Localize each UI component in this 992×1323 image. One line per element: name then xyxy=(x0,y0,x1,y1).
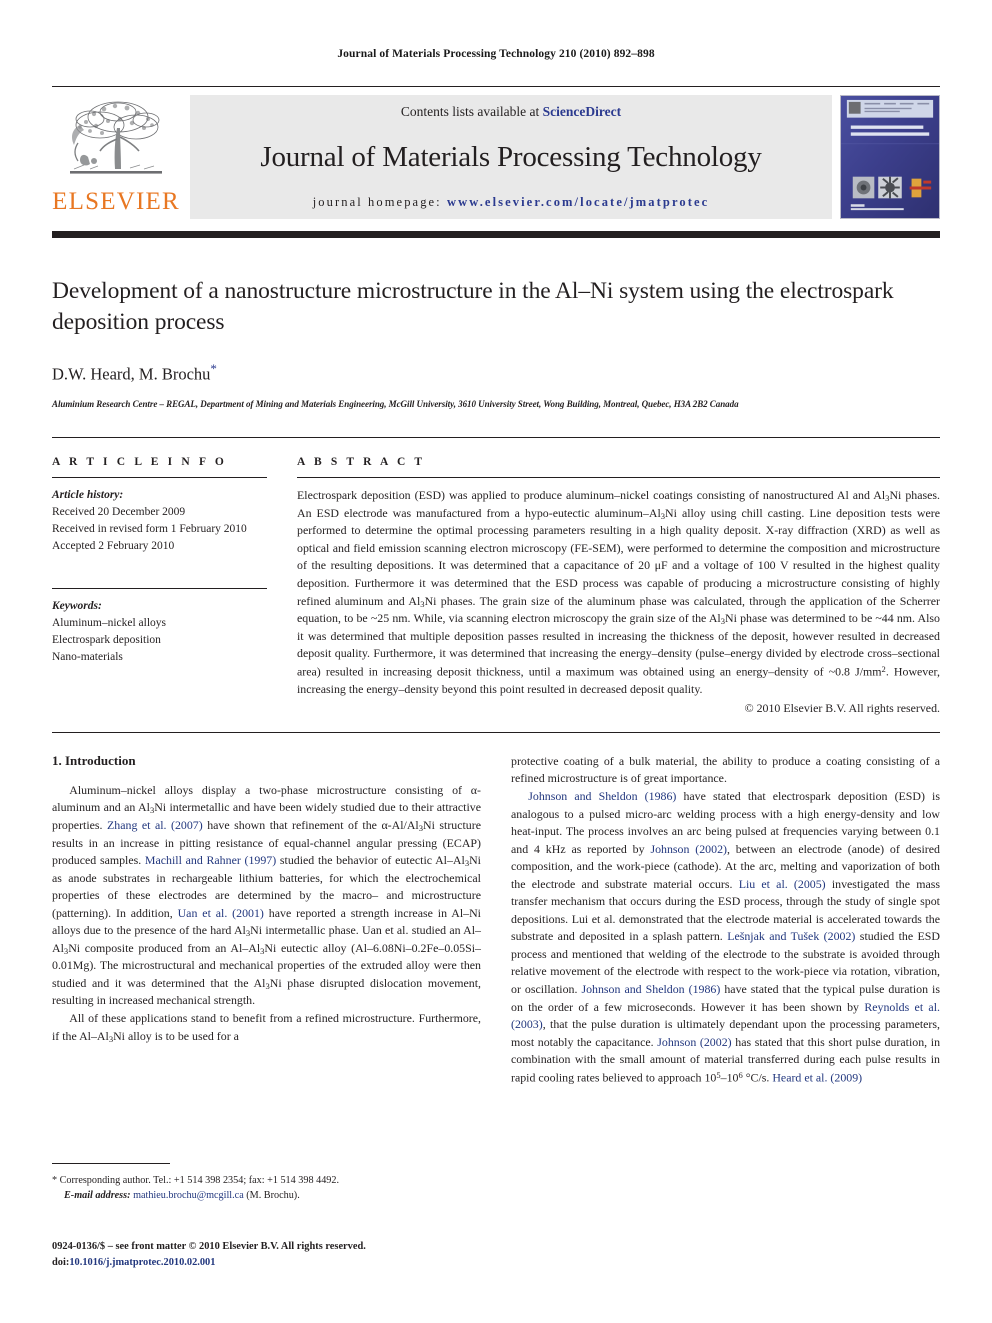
email-line: E-mail address: mathieu.brochu@mcgill.ca… xyxy=(52,1188,481,1203)
corresponding-author-marker: * xyxy=(210,360,217,376)
title-block: Development of a nanostructure microstru… xyxy=(52,276,940,409)
homepage-label: journal homepage: xyxy=(312,195,442,209)
issn-line: 0924-0136/$ – see front matter © 2010 El… xyxy=(52,1240,366,1252)
elsevier-logo: ELSEVIER xyxy=(52,95,180,214)
footnote-block: * Corresponding author. Tel.: +1 514 398… xyxy=(52,1162,481,1204)
cover-art xyxy=(841,96,939,218)
keywords-group: Keywords: Aluminum–nickel alloys Electro… xyxy=(52,598,267,666)
journal-homepage-line: journal homepage: www.elsevier.com/locat… xyxy=(313,195,710,210)
abstract-column: A B S T R A C T Electrospark deposition … xyxy=(297,456,940,716)
corresponding-author-line: * Corresponding author. Tel.: +1 514 398… xyxy=(52,1174,340,1186)
keyword-item: Nano-materials xyxy=(52,651,123,664)
footnote-rule xyxy=(52,1162,170,1164)
history-item: Received in revised form 1 February 2010 xyxy=(52,523,247,536)
body-column-right: protective coating of a bulk material, t… xyxy=(511,753,940,1087)
doi-label: doi: xyxy=(52,1256,70,1268)
keywords-rule xyxy=(52,588,267,590)
doi-link[interactable]: 10.1016/j.jmatprotec.2010.02.001 xyxy=(69,1257,215,1268)
page-title: Development of a nanostructure microstru… xyxy=(52,278,894,336)
affiliation: Aluminium Research Centre – REGAL, Depar… xyxy=(52,399,739,409)
keywords-block: Keywords: Aluminum–nickel alloys Electro… xyxy=(52,588,267,666)
section-heading-introduction: 1. Introduction xyxy=(52,752,136,768)
intro-paragraph: All of these applications stand to benef… xyxy=(52,1011,481,1044)
masthead-center-panel: Contents lists available at ScienceDirec… xyxy=(190,95,832,219)
keywords-heading: Keywords: xyxy=(52,600,102,613)
history-item: Accepted 2 February 2010 xyxy=(52,540,175,553)
info-abstract-row: A R T I C L E I N F O Article history: R… xyxy=(52,437,940,716)
contents-prefix: Contents lists available at xyxy=(400,104,540,119)
body-column-left: 1. Introduction Aluminum–nickel alloys d… xyxy=(52,752,482,1268)
sciencedirect-link[interactable]: ScienceDirect xyxy=(543,104,621,119)
intro-paragraph: Aluminum–nickel alloys display a two-pha… xyxy=(52,782,482,1008)
journal-title: Journal of Materials Processing Technolo… xyxy=(260,141,762,173)
intro-paragraph: protective coating of a bulk material, t… xyxy=(511,753,940,786)
article-info-column: A R T I C L E I N F O Article history: R… xyxy=(52,456,297,716)
article-history-heading: Article history: xyxy=(52,489,124,501)
article-info-rule xyxy=(52,477,267,478)
keyword-item: Aluminum–nickel alloys xyxy=(52,617,167,630)
email-suffix: (M. Brochu). xyxy=(246,1190,300,1202)
abstract-bottom-rule xyxy=(52,731,940,733)
contents-available-line: Contents lists available at ScienceDirec… xyxy=(401,104,621,120)
author-names: D.W. Heard, M. Brochu xyxy=(52,364,211,383)
email-link[interactable]: mathieu.brochu@mcgill.ca xyxy=(133,1190,244,1201)
footnote-text: * Corresponding author. Tel.: +1 514 398… xyxy=(52,1173,481,1204)
email-label: E-mail address: xyxy=(64,1190,131,1202)
article-page: Journal of Materials Processing Technolo… xyxy=(0,0,992,1323)
intro-paragraph: Johnson and Sheldon (1986) have stated t… xyxy=(511,789,941,1085)
abstract-copyright: © 2010 Elsevier B.V. All rights reserved… xyxy=(744,700,940,715)
doi-line: doi:10.1016/j.jmatprotec.2010.02.001 xyxy=(52,1255,481,1271)
elsevier-tree-icon xyxy=(70,101,162,174)
running-head: Journal of Materials Processing Technolo… xyxy=(337,48,655,60)
masthead-separator-bar xyxy=(52,231,940,238)
abstract-rule xyxy=(297,477,940,478)
article-info-label: A R T I C L E I N F O xyxy=(52,456,227,468)
history-item: Received 20 December 2009 xyxy=(52,506,186,519)
article-history-group: Article history: Received 20 December 20… xyxy=(52,487,267,555)
abstract-body: Electrospark deposition (ESD) was applie… xyxy=(297,488,940,697)
journal-cover-thumbnail xyxy=(840,95,940,219)
journal-masthead: ELSEVIER Contents lists available at Sci… xyxy=(52,86,940,223)
front-matter-block: 0924-0136/$ – see front matter © 2010 El… xyxy=(52,1239,481,1271)
author-list: D.W. Heard, M. Brochu* xyxy=(52,361,940,385)
elsevier-wordmark: ELSEVIER xyxy=(52,188,180,215)
abstract-label: A B S T R A C T xyxy=(297,456,426,468)
keyword-item: Electrospark deposition xyxy=(52,634,161,647)
body-columns: 1. Introduction Aluminum–nickel alloys d… xyxy=(52,752,940,1268)
homepage-url-link[interactable]: www.elsevier.com/locate/jmatprotec xyxy=(447,195,709,209)
